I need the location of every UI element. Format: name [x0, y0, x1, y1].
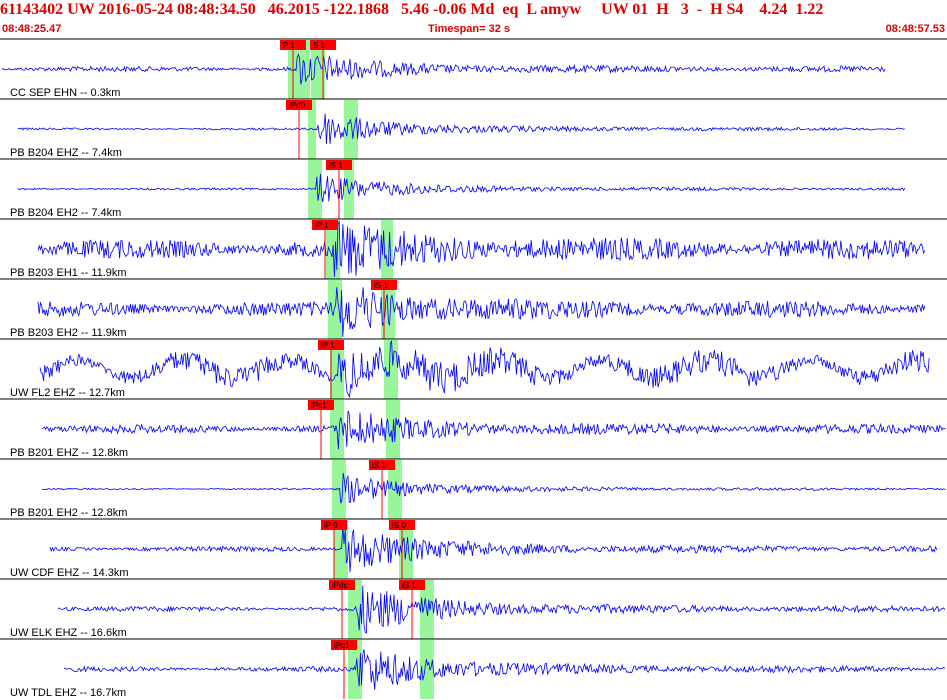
station-label: PB B201 EHZ -- 12.8km [10, 447, 128, 459]
trace-row[interactable]: iPc1 UW TDL EHZ -- 16.7km [0, 638, 947, 699]
pick-label: iS 1 [372, 461, 386, 470]
pick-label: iS 1 [374, 281, 388, 290]
trace-row[interactable]: iPc1 PB B201 EHZ -- 12.8km [0, 398, 947, 459]
station-label: PB B201 EH2 -- 12.8km [10, 507, 127, 519]
station-label: UW FL2 EHZ -- 12.7km [10, 387, 125, 399]
station-label: UW CDF EHZ -- 14.3km [10, 567, 129, 579]
trace-row[interactable]: iS 1 PB B204 EH2 -- 7.4km [0, 158, 947, 219]
station-label: PB B204 EHZ -- 7.4km [10, 147, 122, 159]
pick-label: iPc1 [334, 641, 350, 650]
pick-label: iS 0 [392, 521, 406, 530]
station-label: CC SEP EHN -- 0.3km [10, 87, 120, 99]
seismogram-panel[interactable]: P 1 S 1 CC SEP EHN -- 0.3km iPd0 PB B204 EHZ… [0, 0, 947, 700]
station-label: PB B203 EH2 -- 11.9km [10, 327, 127, 339]
pick-label: iPdc [332, 581, 348, 590]
s-window [344, 100, 358, 159]
trace-row[interactable]: iP 0 iS 0 UW CDF EHZ -- 14.3km [0, 518, 947, 579]
waveform [37, 220, 926, 278]
trace-row[interactable]: iS 1 PB B203 EH2 -- 11.9km [0, 278, 947, 339]
trace-row[interactable]: iP 1 PB B203 EH1 -- 11.9km [0, 218, 947, 279]
station-label: UW TDL EHZ -- 16.7km [10, 687, 126, 699]
waveform [39, 339, 930, 399]
waveform [1, 53, 886, 85]
pick-label: iPc1 [311, 401, 327, 410]
station-label: PB B203 EH1 -- 11.9km [10, 267, 127, 279]
station-label: UW ELK EHZ -- 16.6km [10, 627, 127, 639]
pick-label: iP 0 [324, 521, 338, 530]
pick-label: P 1 [283, 41, 295, 50]
waveform [41, 410, 946, 450]
waveform [17, 173, 906, 203]
waveform [17, 113, 905, 145]
waveform [37, 287, 926, 338]
pick-label: iP 1 [315, 221, 329, 230]
trace-row[interactable]: iPd0 PB B204 EHZ -- 7.4km [0, 98, 947, 159]
trace-row[interactable]: P 1 S 1 CC SEP EHN -- 0.3km [0, 38, 947, 99]
waveform [63, 649, 946, 691]
pick-label: S 1 [313, 41, 326, 50]
station-label: PB B204 EH2 -- 7.4km [10, 207, 121, 219]
trace-row[interactable]: iPdc iS 1 UW ELK EHZ -- 16.6km [0, 578, 947, 639]
waveform [57, 585, 946, 634]
pick-label: iP 1 [321, 341, 335, 350]
waveform [42, 472, 946, 504]
p-window [328, 280, 342, 339]
trace-row[interactable]: iP 1 UW FL2 EHZ -- 12.7km [0, 338, 947, 399]
waveform [49, 524, 938, 573]
pick-label: iS 1 [329, 161, 343, 170]
pick-label: iPd0 [289, 101, 306, 110]
pick-label: iS 1 [402, 581, 416, 590]
trace-row[interactable]: iS 1 PB B201 EH2 -- 12.8km [0, 458, 947, 519]
